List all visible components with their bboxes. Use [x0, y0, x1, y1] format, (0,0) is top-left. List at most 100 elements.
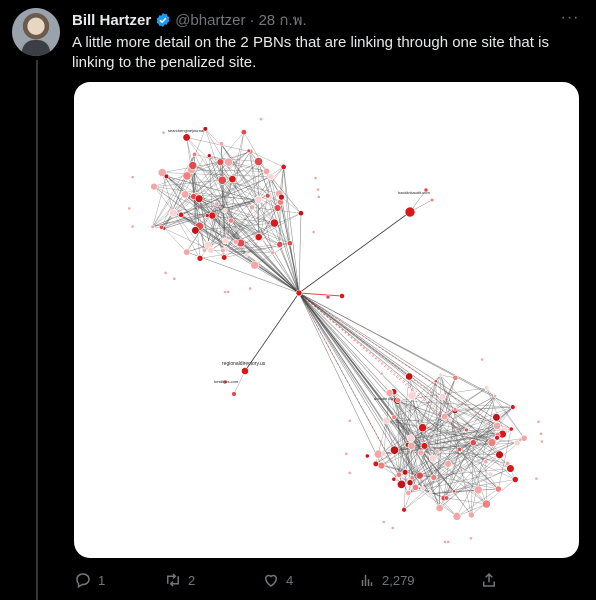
graph-node: [286, 240, 293, 247]
graph-node: [220, 247, 226, 253]
graph-node: [381, 520, 386, 524]
graph-edge: [298, 292, 496, 397]
graph-node: [204, 213, 210, 218]
graph-node: [228, 175, 237, 184]
graph-node: [510, 404, 516, 410]
author-name[interactable]: Bill Hartzer: [72, 12, 151, 29]
graph-node: [259, 117, 263, 121]
graph-node: [492, 413, 501, 422]
graph-edge: [298, 292, 467, 431]
avatar[interactable]: [12, 8, 60, 56]
graph-node: [163, 173, 170, 179]
graph-node: [217, 175, 227, 185]
graph-node: [511, 476, 519, 483]
graph-node: [130, 175, 135, 180]
graph-node: [444, 460, 452, 468]
graph-node: [276, 241, 284, 248]
reply-button[interactable]: 1: [74, 568, 105, 592]
graph-node: [487, 471, 494, 478]
graph-node: [226, 290, 230, 294]
graph-node: [232, 239, 239, 245]
graph-node: [207, 246, 215, 254]
graph-node: [469, 439, 477, 447]
graph-node: [178, 211, 185, 218]
graph-edge: [298, 211, 411, 294]
reply-icon: [76, 573, 90, 589]
graph-node: [381, 451, 387, 457]
header-separator: ·: [249, 11, 255, 29]
graph-node: [207, 153, 212, 158]
graph-node: [406, 434, 416, 443]
graph-edge: [186, 251, 300, 294]
graph-node: [222, 207, 228, 214]
graph-node: [241, 367, 249, 375]
graph-node: [244, 252, 249, 258]
graph-node: [192, 151, 198, 157]
graph-node: [250, 260, 260, 270]
graph-edge: [298, 292, 422, 453]
graph-node: [172, 276, 177, 281]
graph-node: [396, 479, 406, 489]
like-button[interactable]: 4: [262, 568, 293, 592]
graph-node: [539, 431, 543, 436]
graph-edge: [281, 196, 302, 214]
graph-node: [182, 171, 192, 181]
graph-node: [339, 293, 345, 299]
graph-node: [411, 483, 419, 491]
graph-node: [161, 130, 166, 135]
graph-node: [313, 176, 318, 180]
graph-node: [427, 491, 433, 497]
graph-edge: [164, 228, 187, 253]
graph-node: [495, 450, 504, 459]
share-button[interactable]: [480, 568, 498, 592]
graph-node: [264, 192, 271, 199]
graph-node: [150, 224, 155, 229]
graph-node: [163, 271, 168, 275]
graph-node: [401, 469, 409, 476]
retweet-count: 2: [188, 572, 196, 588]
graph-node: [506, 464, 515, 473]
graph-edge: [248, 150, 284, 168]
graph-node: [452, 374, 459, 381]
views-count: 2,279: [382, 572, 415, 588]
graph-node: [379, 371, 384, 376]
graph-node: [347, 418, 352, 423]
graph-node: [208, 211, 217, 220]
graph-node: [452, 512, 462, 521]
tweet-image[interactable]: searchenginejournal backlinkaudit.com re…: [74, 82, 579, 558]
graph-node: [216, 158, 225, 166]
graph-node: [390, 526, 395, 530]
tweet-actions: 1 2 4 2,279: [72, 568, 512, 592]
retweet-button[interactable]: 2: [164, 568, 195, 592]
graph-node: [468, 511, 475, 519]
graph-node: [228, 217, 234, 224]
graph-node: [267, 173, 275, 181]
author-handle[interactable]: @bhartzer: [175, 12, 245, 29]
graph-node: [482, 499, 491, 509]
graph-edge: [485, 461, 487, 505]
graph-node: [494, 485, 502, 493]
graph-node: [405, 490, 412, 496]
graph-edge: [162, 172, 174, 213]
like-count: 4: [286, 572, 294, 588]
graph-node: [246, 148, 251, 153]
graph-edge: [298, 292, 408, 446]
graph-node: [480, 357, 485, 362]
graph-edge: [298, 292, 395, 451]
graph-node: [444, 495, 450, 501]
graph-node: [420, 442, 429, 450]
graph-node: [417, 449, 424, 456]
graph-node: [435, 504, 444, 513]
graph-edge: [298, 292, 423, 489]
graph-node: [311, 230, 316, 234]
graph-node: [483, 459, 489, 465]
graph-node: [127, 206, 132, 211]
graph-node: [214, 201, 220, 207]
graph-node: [539, 439, 544, 444]
tweet-date[interactable]: 28 ก.พ.: [258, 8, 306, 32]
views-button[interactable]: 2,279: [358, 568, 415, 592]
graph-node: [464, 427, 469, 433]
graph-node: [433, 379, 438, 384]
share-icon: [483, 572, 495, 587]
more-options-icon[interactable]: ···: [558, 8, 582, 28]
